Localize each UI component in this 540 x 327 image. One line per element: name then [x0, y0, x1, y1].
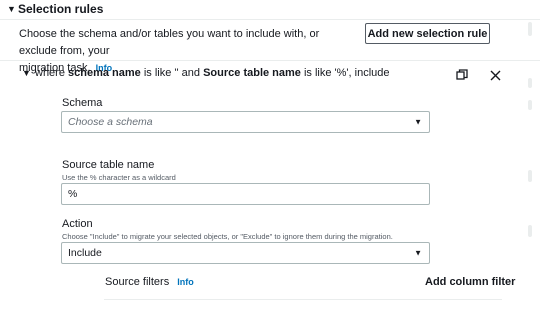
- rule-divider: [0, 60, 540, 61]
- source-filters-text: Source filters: [105, 276, 170, 288]
- rule-condition-1: is like '' and: [143, 67, 201, 79]
- source-table-name-hint: Use the % character as a wildcard: [62, 173, 176, 182]
- background-ghost-mark: [528, 170, 532, 182]
- background-ghost-mark: [528, 78, 532, 88]
- section-collapse-caret-icon[interactable]: ▼: [7, 4, 16, 14]
- rule-summary[interactable]: where schema name is like '' and Source …: [35, 67, 390, 79]
- header-divider: [0, 19, 540, 20]
- source-table-name-value: %: [68, 188, 78, 200]
- action-value: Include: [68, 247, 102, 259]
- source-filters-label: Source filters Info: [105, 276, 194, 288]
- background-ghost-mark: [528, 22, 532, 36]
- close-icon[interactable]: [490, 70, 501, 81]
- rule-collapse-caret-icon[interactable]: ▼: [22, 68, 31, 78]
- schema-label: Schema: [62, 97, 103, 109]
- rule-prefix: where: [35, 67, 65, 79]
- chevron-down-icon: ▼: [414, 117, 422, 127]
- add-new-selection-rule-button[interactable]: Add new selection rule: [365, 23, 490, 44]
- section-title[interactable]: Selection rules: [18, 2, 103, 16]
- action-select[interactable]: Include ▼: [61, 242, 430, 264]
- source-filters-divider: [104, 299, 502, 300]
- rule-schema-name: schema name: [68, 67, 141, 79]
- source-table-name-input[interactable]: %: [61, 183, 430, 205]
- rule-table-name: Source table name: [203, 67, 301, 79]
- chevron-down-icon: ▼: [414, 248, 422, 258]
- source-table-name-label: Source table name: [62, 159, 155, 171]
- copy-icon[interactable]: [456, 69, 468, 81]
- description-line-1: Choose the schema and/or tables you want…: [19, 28, 320, 57]
- rule-condition-2: is like '%', include: [303, 67, 390, 79]
- schema-placeholder: Choose a schema: [68, 116, 153, 128]
- background-ghost-mark: [528, 100, 532, 110]
- action-label: Action: [62, 218, 93, 230]
- action-hint: Choose "Include" to migrate your selecte…: [62, 232, 393, 241]
- add-column-filter-link[interactable]: Add column filter: [425, 276, 515, 288]
- source-filters-info-link[interactable]: Info: [177, 277, 194, 287]
- background-ghost-mark: [528, 225, 532, 237]
- schema-select[interactable]: Choose a schema ▼: [61, 111, 430, 133]
